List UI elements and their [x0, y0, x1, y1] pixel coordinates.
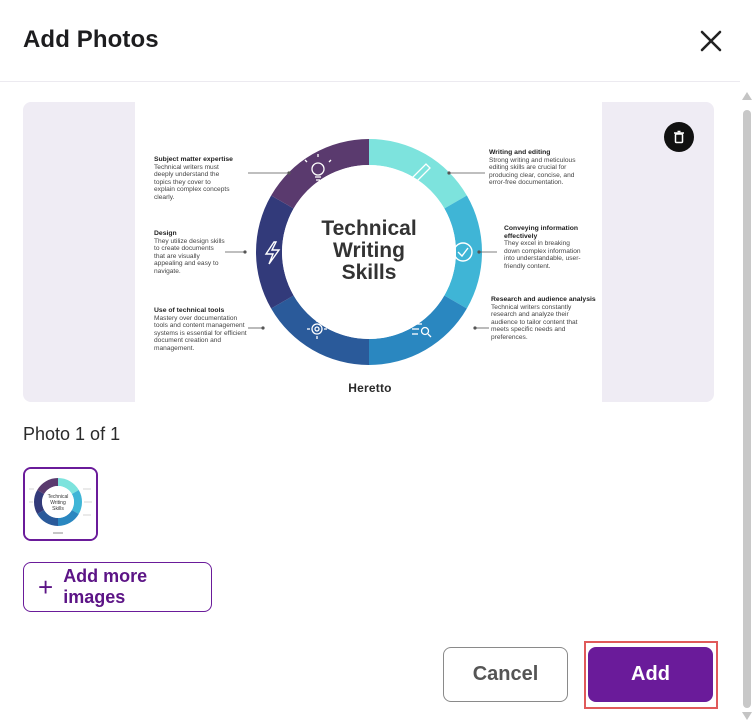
- heretto-logo: Heretto: [348, 381, 392, 395]
- photo-preview: Technical Writing Skills Subject matter …: [23, 102, 714, 402]
- info-line: management.: [154, 344, 195, 352]
- info-line: research and analyze their: [491, 311, 569, 319]
- cancel-button[interactable]: Cancel: [443, 647, 568, 702]
- info-research-audience: Research and audience analysis Technical…: [491, 296, 599, 342]
- info-line: Technical writers must: [154, 163, 219, 171]
- info-line: systems is essential for efficient: [154, 329, 247, 337]
- info-line: topics they cover to: [154, 178, 211, 186]
- center-title-line: Writing: [333, 239, 405, 262]
- info-line: into understandable, user-: [504, 255, 581, 263]
- info-title: Research and audience analysis: [491, 296, 596, 303]
- info-title: Design: [154, 230, 177, 237]
- info-line: error-free documentation.: [489, 179, 564, 187]
- thumbnail-image: Technical Writing Skills: [25, 469, 96, 539]
- scrollbar[interactable]: [740, 92, 754, 723]
- info-line: producing clear, concise, and: [489, 171, 575, 179]
- photo-thumbnail[interactable]: Technical Writing Skills: [23, 467, 98, 541]
- info-title: Conveying information effectively: [504, 225, 579, 240]
- info-line: explain complex concepts: [154, 186, 230, 194]
- dialog-title: Add Photos: [23, 26, 159, 53]
- center-title-line: Technical: [321, 217, 417, 240]
- info-design: Design They utilize design skills to cre…: [154, 230, 254, 276]
- info-title: Subject matter expertise: [154, 156, 233, 163]
- info-line: navigate.: [154, 267, 181, 275]
- delete-photo-button[interactable]: [664, 122, 694, 152]
- dialog-header: Add Photos: [0, 0, 740, 82]
- info-line: that are visually: [154, 252, 200, 260]
- info-conveying-information: Conveying information effectively They e…: [504, 225, 599, 271]
- plus-icon: +: [38, 572, 54, 602]
- info-line: tools and content management: [154, 322, 245, 330]
- info-title: Use of technical tools: [154, 307, 225, 314]
- close-button[interactable]: [696, 26, 726, 56]
- info-line: friendly content.: [504, 262, 551, 270]
- info-line: appealing and easy to: [154, 260, 219, 268]
- info-line: They utilize design skills: [154, 237, 225, 245]
- center-title-line: Skills: [341, 261, 397, 284]
- infographic-center-title: Technical Writing Skills: [305, 218, 433, 284]
- info-line: Mastery over documentation: [154, 314, 238, 322]
- info-line: preferences.: [491, 333, 528, 341]
- info-line: Technical writers constantly: [491, 303, 572, 311]
- info-subject-matter: Subject matter expertise Technical write…: [154, 156, 254, 202]
- add-photos-dialog: Add Photos Technical Writing Skills Subj…: [0, 0, 754, 723]
- svg-text:Skills: Skills: [52, 506, 64, 512]
- scrollbar-thumb[interactable]: [743, 110, 751, 708]
- info-writing-editing: Writing and editing Strong writing and m…: [489, 149, 597, 187]
- photo-counter: Photo 1 of 1: [23, 424, 121, 444]
- close-icon: [700, 30, 722, 52]
- info-line: down complex information: [504, 247, 581, 255]
- scroll-down-arrow-icon[interactable]: [742, 712, 752, 720]
- add-more-images-label: Add more images: [63, 566, 148, 607]
- info-line: to create documents: [154, 245, 214, 253]
- info-line: meets specific needs and: [491, 326, 566, 334]
- info-line: audience to tailor content that: [491, 318, 578, 326]
- info-line: They excel in breaking: [504, 240, 570, 248]
- info-line: editing skills are crucial for: [489, 164, 567, 172]
- infographic-image: Technical Writing Skills Subject matter …: [135, 102, 602, 402]
- info-technical-tools: Use of technical tools Mastery over docu…: [154, 307, 262, 353]
- info-line: Strong writing and meticulous: [489, 156, 576, 164]
- trash-icon: [674, 130, 684, 144]
- add-button[interactable]: Add: [588, 647, 713, 702]
- info-title: Writing and editing: [489, 149, 551, 156]
- info-line: clearly.: [154, 193, 175, 201]
- add-more-images-button[interactable]: + Add more images: [23, 562, 212, 612]
- info-line: deeply understand the: [154, 171, 220, 179]
- info-line: document creation and: [154, 337, 222, 345]
- scroll-up-arrow-icon[interactable]: [742, 92, 752, 100]
